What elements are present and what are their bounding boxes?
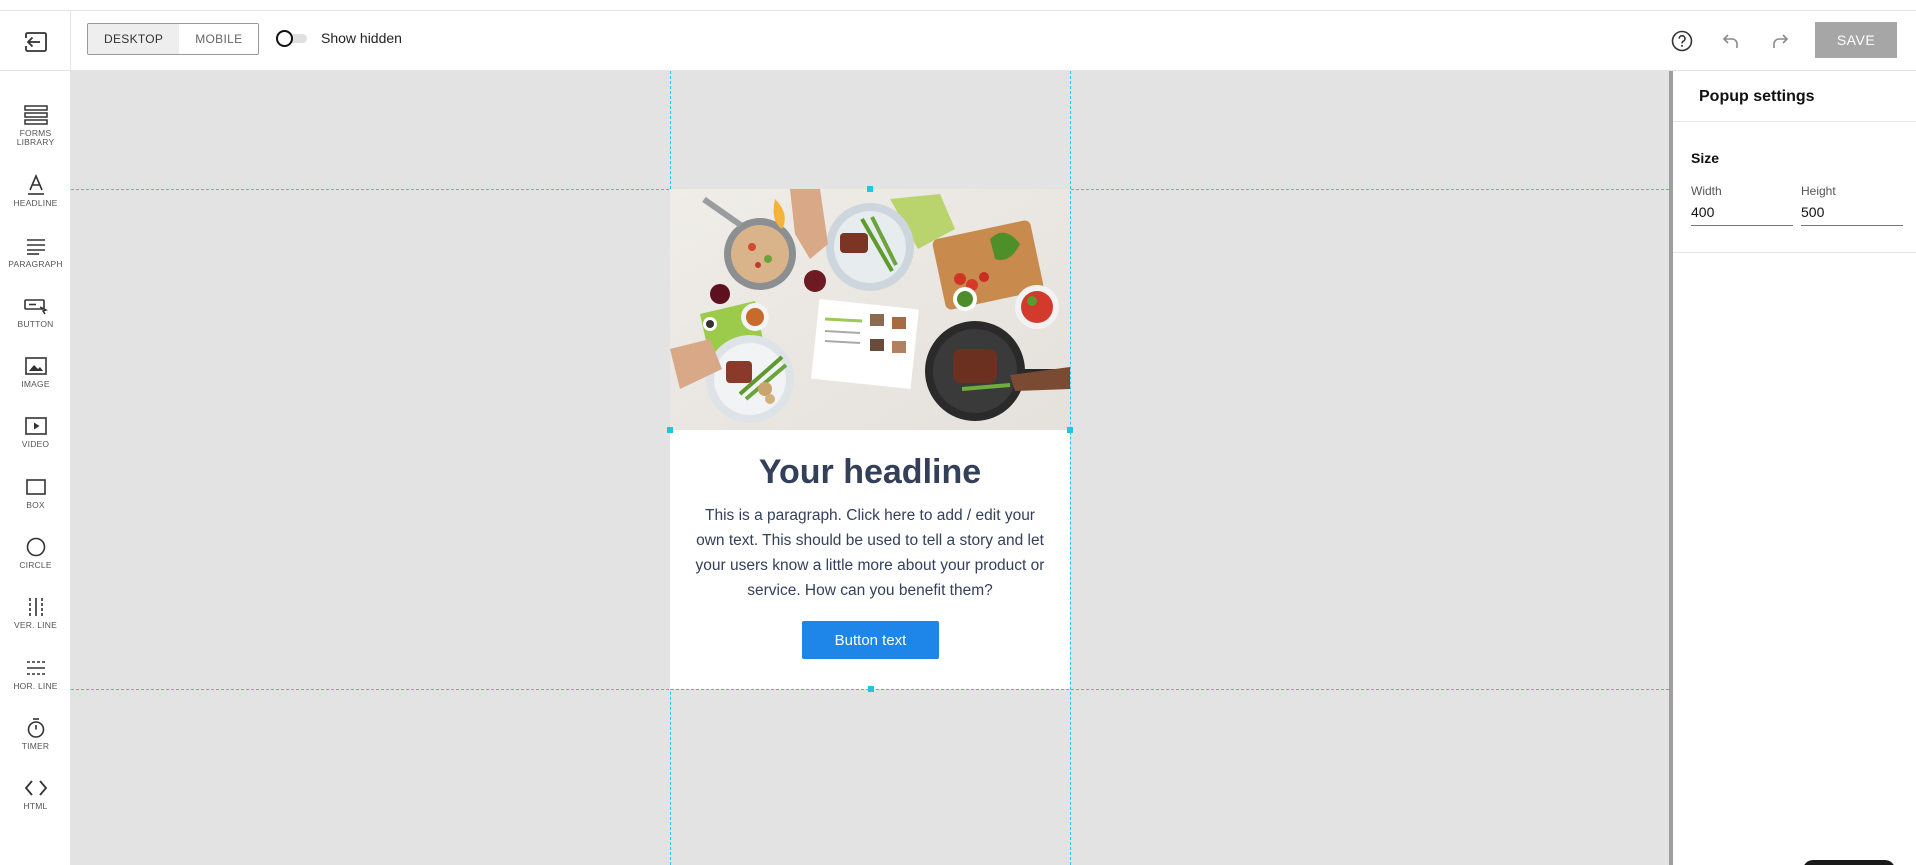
paragraph-icon bbox=[23, 234, 49, 258]
height-label: Height bbox=[1801, 184, 1836, 198]
tool-html[interactable]: HTML bbox=[0, 776, 71, 826]
popup-form[interactable]: Your headline This is a paragraph. Click… bbox=[670, 189, 1070, 689]
show-hidden-toggle[interactable]: Show hidden bbox=[275, 30, 402, 47]
tool-image[interactable]: IMAGE bbox=[0, 354, 71, 404]
tool-timer[interactable]: TIMER bbox=[0, 716, 71, 766]
circle-icon bbox=[23, 535, 49, 559]
button-icon bbox=[23, 294, 49, 318]
tool-video[interactable]: VIDEO bbox=[0, 414, 71, 464]
size-section-label: Size bbox=[1691, 150, 1720, 166]
desktop-view-button[interactable]: DESKTOP bbox=[88, 24, 180, 54]
toggle-knob bbox=[276, 30, 293, 47]
video-icon bbox=[23, 414, 49, 438]
food-photo bbox=[670, 189, 1070, 430]
popup-cta-button[interactable]: Button text bbox=[802, 621, 939, 659]
exit-editor-icon bbox=[25, 32, 47, 52]
redo-button[interactable] bbox=[1768, 29, 1792, 53]
tool-label: CIRCLE bbox=[19, 560, 52, 570]
undo-icon bbox=[1722, 34, 1738, 48]
toggle-switch[interactable] bbox=[275, 30, 309, 47]
chat-widget-tab[interactable] bbox=[1803, 860, 1895, 865]
editor-canvas[interactable]: Your headline This is a paragraph. Click… bbox=[71, 71, 1669, 865]
guide-line bbox=[1070, 71, 1071, 865]
tool-label: BOX bbox=[26, 500, 45, 510]
width-label: Width bbox=[1691, 184, 1722, 198]
html-icon bbox=[23, 776, 49, 800]
tool-headline[interactable]: HEADLINE bbox=[0, 173, 71, 223]
popup-headline[interactable]: Your headline bbox=[670, 453, 1070, 492]
box-icon bbox=[23, 475, 49, 499]
tool-label: VER. LINE bbox=[14, 620, 57, 630]
tool-label: HTML bbox=[23, 801, 48, 811]
help-icon bbox=[1671, 30, 1693, 52]
resize-handle[interactable] bbox=[1067, 427, 1073, 433]
tool-label: HEADLINE bbox=[13, 198, 58, 208]
forms-library-icon bbox=[23, 103, 49, 127]
tool-label: VIDEO bbox=[21, 439, 50, 449]
resize-handle[interactable] bbox=[868, 686, 874, 692]
tool-label: FORMS LIBRARY bbox=[16, 128, 55, 147]
redo-icon bbox=[1773, 34, 1789, 48]
save-button[interactable]: SAVE bbox=[1815, 22, 1897, 58]
tool-circle[interactable]: CIRCLE bbox=[0, 535, 71, 585]
show-hidden-label: Show hidden bbox=[321, 30, 402, 46]
element-toolbar: FORMS LIBRARY HEADLINE PARAGRAPH BUTTON … bbox=[0, 71, 71, 865]
top-toolbar: DESKTOP MOBILE Show hidden SAVE bbox=[0, 10, 1916, 71]
tool-paragraph[interactable]: PARAGRAPH bbox=[0, 234, 71, 284]
image-icon bbox=[23, 354, 49, 378]
height-input[interactable] bbox=[1801, 202, 1903, 226]
headline-icon bbox=[23, 173, 49, 197]
tool-label: PARAGRAPH bbox=[8, 259, 63, 269]
horizontal-line-icon bbox=[23, 656, 49, 680]
tool-button[interactable]: BUTTON bbox=[0, 294, 71, 344]
popup-paragraph[interactable]: This is a paragraph. Click here to add /… bbox=[690, 503, 1050, 603]
tool-horizontal-line[interactable]: HOR. LINE bbox=[0, 656, 71, 706]
tool-label: IMAGE bbox=[21, 379, 50, 389]
tool-label: TIMER bbox=[21, 741, 50, 751]
help-button[interactable] bbox=[1670, 29, 1694, 53]
undo-button[interactable] bbox=[1719, 29, 1743, 53]
tool-vertical-line[interactable]: VER. LINE bbox=[0, 595, 71, 645]
toolbar-divider bbox=[70, 11, 71, 71]
resize-handle[interactable] bbox=[667, 427, 673, 433]
popup-editor: DESKTOP MOBILE Show hidden SAVE FORMS LI… bbox=[0, 0, 1916, 865]
width-input[interactable] bbox=[1691, 202, 1793, 226]
panel-title: Popup settings bbox=[1699, 88, 1815, 105]
timer-icon bbox=[23, 716, 49, 740]
popup-image[interactable] bbox=[670, 189, 1070, 430]
tool-label: HOR. LINE bbox=[13, 681, 58, 691]
resize-handle[interactable] bbox=[867, 186, 873, 192]
popup-settings-panel: Popup settings Size Width Height bbox=[1669, 71, 1916, 865]
device-toggle: DESKTOP MOBILE bbox=[87, 23, 260, 55]
tool-box[interactable]: BOX bbox=[0, 475, 71, 525]
vertical-line-icon bbox=[23, 595, 49, 619]
tool-label: BUTTON bbox=[17, 319, 54, 329]
exit-editor-button[interactable] bbox=[22, 29, 50, 55]
mobile-view-button[interactable]: MOBILE bbox=[179, 24, 259, 54]
tool-forms-library[interactable]: FORMS LIBRARY bbox=[0, 103, 71, 153]
panel-divider bbox=[1673, 252, 1916, 253]
panel-divider bbox=[1673, 121, 1916, 122]
